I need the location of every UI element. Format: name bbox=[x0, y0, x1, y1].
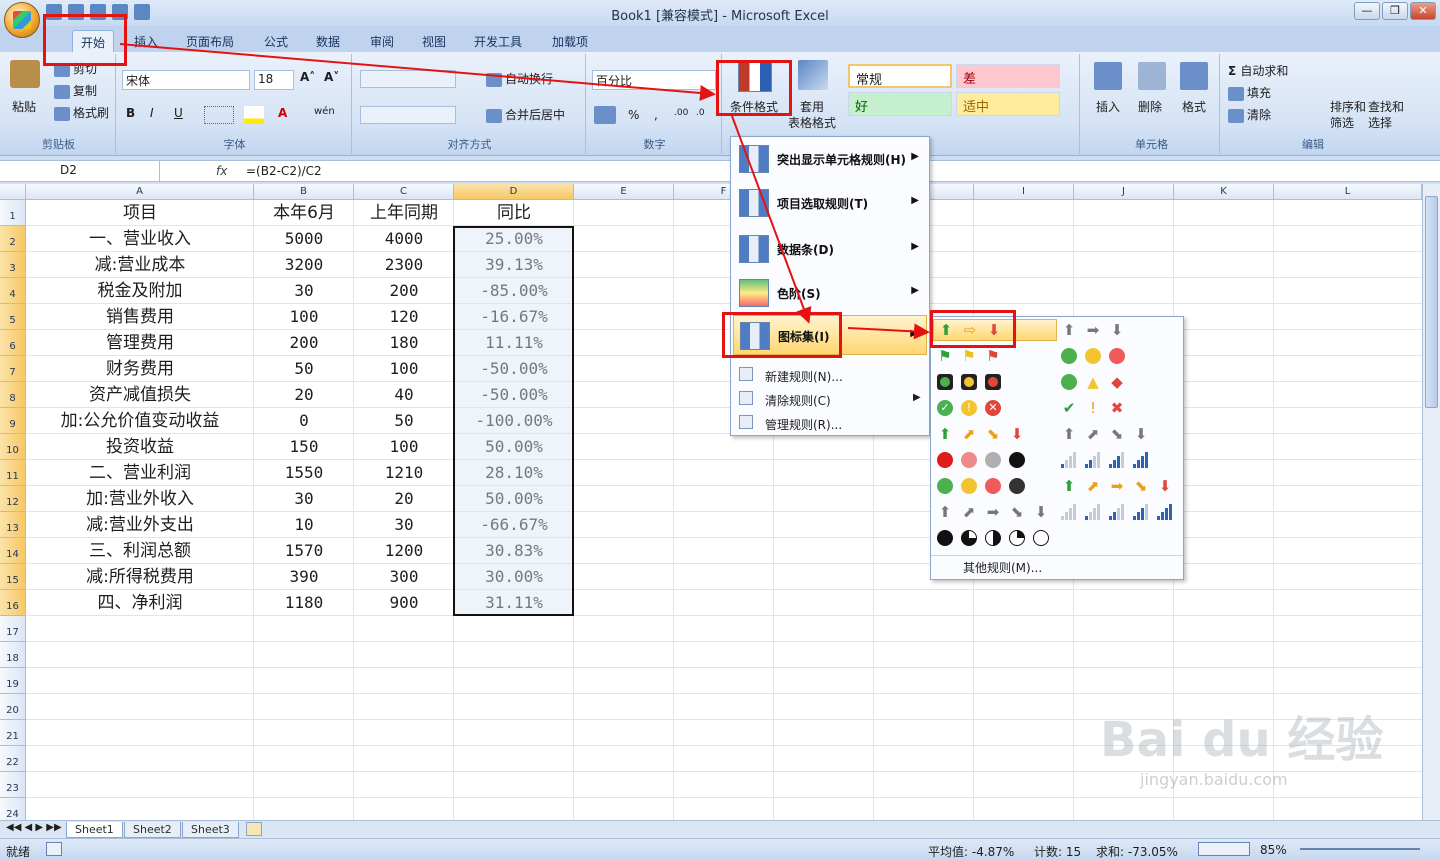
arrow-home-to-condformat bbox=[119, 43, 716, 101]
sheet-tab-3[interactable]: Sheet3 bbox=[182, 822, 239, 838]
baidu-watermark-url: jingyan.baidu.com bbox=[1140, 770, 1288, 789]
insert-sheet-icon[interactable] bbox=[246, 822, 262, 836]
zoom-level[interactable]: 85% bbox=[1260, 843, 1287, 857]
baidu-watermark: Bai du 经验 bbox=[1100, 712, 1384, 768]
status-ready: 就绪 bbox=[6, 845, 31, 859]
arrow-condformat-to-iconsets bbox=[731, 115, 812, 324]
view-buttons[interactable] bbox=[1198, 842, 1250, 856]
office-button[interactable] bbox=[4, 2, 40, 38]
sheet-tab-1[interactable]: Sheet1 bbox=[66, 822, 123, 838]
status-bar: 就绪 平均值: -4.87% 计数: 15 求和: -73.05% 85% bbox=[0, 838, 1440, 860]
status-average: 平均值: -4.87% bbox=[928, 845, 1015, 859]
sheet-tab-bar: ◀◀ ◀ ▶ ▶▶ Sheet1 Sheet2 Sheet3 bbox=[0, 820, 1440, 838]
zoom-slider[interactable] bbox=[1300, 848, 1420, 850]
status-count: 计数: 15 bbox=[1034, 845, 1082, 859]
macro-record-icon[interactable] bbox=[46, 842, 62, 856]
arrow-iconsets-to-arrows bbox=[847, 323, 930, 340]
office-logo-icon bbox=[13, 11, 31, 29]
sheet-nav-arrows[interactable]: ◀◀ ◀ ▶ ▶▶ bbox=[6, 822, 62, 833]
sheet-tab-2[interactable]: Sheet2 bbox=[124, 822, 181, 838]
status-sum: 求和: -73.05% bbox=[1096, 845, 1178, 859]
